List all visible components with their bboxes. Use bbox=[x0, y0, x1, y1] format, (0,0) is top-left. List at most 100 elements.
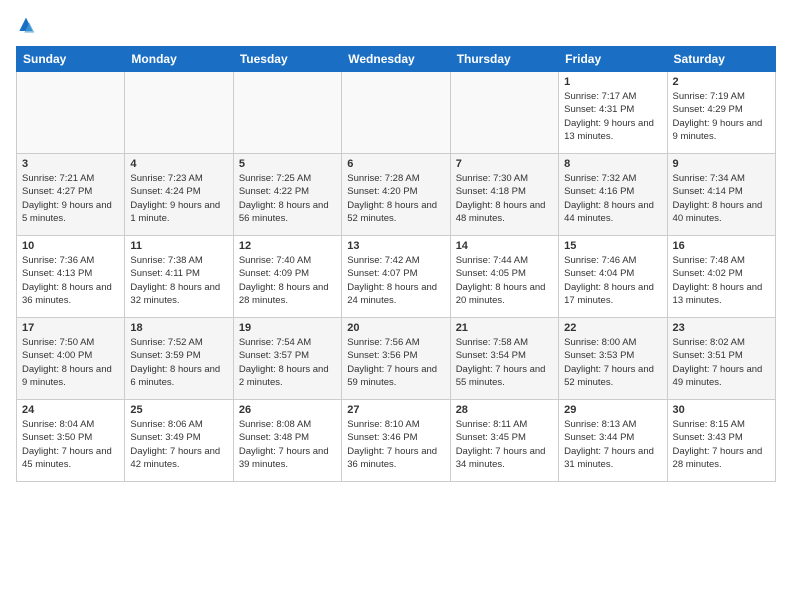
calendar-header-friday: Friday bbox=[559, 47, 667, 72]
header bbox=[16, 16, 776, 36]
calendar-header-thursday: Thursday bbox=[450, 47, 558, 72]
day-number: 13 bbox=[347, 240, 444, 252]
calendar-header-row: SundayMondayTuesdayWednesdayThursdayFrid… bbox=[17, 47, 776, 72]
day-info: Sunrise: 8:00 AM Sunset: 3:53 PM Dayligh… bbox=[564, 336, 661, 389]
day-number: 16 bbox=[673, 240, 770, 252]
day-number: 30 bbox=[673, 404, 770, 416]
calendar-cell: 12 Sunrise: 7:40 AM Sunset: 4:09 PM Dayli… bbox=[233, 236, 341, 318]
day-info: Sunrise: 7:23 AM Sunset: 4:24 PM Dayligh… bbox=[130, 172, 227, 225]
day-info: Sunrise: 7:42 AM Sunset: 4:07 PM Dayligh… bbox=[347, 254, 444, 307]
day-number: 26 bbox=[239, 404, 336, 416]
day-number: 18 bbox=[130, 322, 227, 334]
day-number: 5 bbox=[239, 158, 336, 170]
calendar-cell: 6 Sunrise: 7:28 AM Sunset: 4:20 PM Daylig… bbox=[342, 154, 450, 236]
day-number: 11 bbox=[130, 240, 227, 252]
calendar-cell: 16 Sunrise: 7:48 AM Sunset: 4:02 PM Dayli… bbox=[667, 236, 775, 318]
calendar-header-saturday: Saturday bbox=[667, 47, 775, 72]
day-info: Sunrise: 8:04 AM Sunset: 3:50 PM Dayligh… bbox=[22, 418, 119, 471]
day-info: Sunrise: 7:36 AM Sunset: 4:13 PM Dayligh… bbox=[22, 254, 119, 307]
day-info: Sunrise: 7:38 AM Sunset: 4:11 PM Dayligh… bbox=[130, 254, 227, 307]
day-info: Sunrise: 7:52 AM Sunset: 3:59 PM Dayligh… bbox=[130, 336, 227, 389]
calendar-cell: 21Sunrise: 7:58 AM Sunset: 3:54 PM Dayli… bbox=[450, 318, 558, 400]
day-number: 2 bbox=[673, 76, 770, 88]
day-number: 22 bbox=[564, 322, 661, 334]
calendar-cell: 10 Sunrise: 7:36 AM Sunset: 4:13 PM Dayli… bbox=[17, 236, 125, 318]
day-number: 8 bbox=[564, 158, 661, 170]
day-info: Sunrise: 8:13 AM Sunset: 3:44 PM Dayligh… bbox=[564, 418, 661, 471]
day-info: Sunrise: 7:28 AM Sunset: 4:20 PM Dayligh… bbox=[347, 172, 444, 225]
day-info: Sunrise: 7:44 AM Sunset: 4:05 PM Dayligh… bbox=[456, 254, 553, 307]
calendar-cell: 23 Sunrise: 8:02 AM Sunset: 3:51 PM Dayli… bbox=[667, 318, 775, 400]
calendar-cell: 9 Sunrise: 7:34 AM Sunset: 4:14 PM Daylig… bbox=[667, 154, 775, 236]
calendar-cell: 19Sunrise: 7:54 AM Sunset: 3:57 PM Dayli… bbox=[233, 318, 341, 400]
calendar-cell: 22 Sunrise: 8:00 AM Sunset: 3:53 PM Dayli… bbox=[559, 318, 667, 400]
day-number: 10 bbox=[22, 240, 119, 252]
calendar-header-monday: Monday bbox=[125, 47, 233, 72]
calendar-week-row: 10 Sunrise: 7:36 AM Sunset: 4:13 PM Dayli… bbox=[17, 236, 776, 318]
calendar-cell: 28Sunrise: 8:11 AM Sunset: 3:45 PM Dayli… bbox=[450, 400, 558, 482]
day-info: Sunrise: 7:19 AM Sunset: 4:29 PM Dayligh… bbox=[673, 90, 770, 143]
day-number: 27 bbox=[347, 404, 444, 416]
calendar-cell: 17 Sunrise: 7:50 AM Sunset: 4:00 PM Dayli… bbox=[17, 318, 125, 400]
calendar-cell bbox=[233, 72, 341, 154]
calendar-cell bbox=[342, 72, 450, 154]
day-number: 25 bbox=[130, 404, 227, 416]
calendar-week-row: 1 Sunrise: 7:17 AM Sunset: 4:31 PM Daylig… bbox=[17, 72, 776, 154]
day-number: 1 bbox=[564, 76, 661, 88]
logo bbox=[16, 16, 40, 36]
day-info: Sunrise: 8:10 AM Sunset: 3:46 PM Dayligh… bbox=[347, 418, 444, 471]
day-info: Sunrise: 7:34 AM Sunset: 4:14 PM Dayligh… bbox=[673, 172, 770, 225]
calendar-cell: 2 Sunrise: 7:19 AM Sunset: 4:29 PM Daylig… bbox=[667, 72, 775, 154]
day-info: Sunrise: 8:02 AM Sunset: 3:51 PM Dayligh… bbox=[673, 336, 770, 389]
calendar-header-wednesday: Wednesday bbox=[342, 47, 450, 72]
calendar-header-sunday: Sunday bbox=[17, 47, 125, 72]
day-number: 20 bbox=[347, 322, 444, 334]
day-number: 9 bbox=[673, 158, 770, 170]
day-info: Sunrise: 7:50 AM Sunset: 4:00 PM Dayligh… bbox=[22, 336, 119, 389]
calendar-cell: 11 Sunrise: 7:38 AM Sunset: 4:11 PM Dayli… bbox=[125, 236, 233, 318]
day-info: Sunrise: 7:58 AM Sunset: 3:54 PM Dayligh… bbox=[456, 336, 553, 389]
day-info: Sunrise: 7:17 AM Sunset: 4:31 PM Dayligh… bbox=[564, 90, 661, 143]
calendar-table: SundayMondayTuesdayWednesdayThursdayFrid… bbox=[16, 46, 776, 482]
day-number: 17 bbox=[22, 322, 119, 334]
calendar-cell: 14 Sunrise: 7:44 AM Sunset: 4:05 PM Dayli… bbox=[450, 236, 558, 318]
calendar-cell: 3 Sunrise: 7:21 AM Sunset: 4:27 PM Daylig… bbox=[17, 154, 125, 236]
calendar-cell: 30 Sunrise: 8:15 AM Sunset: 3:43 PM Dayli… bbox=[667, 400, 775, 482]
calendar-cell: 25 Sunrise: 8:06 AM Sunset: 3:49 PM Dayli… bbox=[125, 400, 233, 482]
day-info: Sunrise: 7:25 AM Sunset: 4:22 PM Dayligh… bbox=[239, 172, 336, 225]
day-info: Sunrise: 8:06 AM Sunset: 3:49 PM Dayligh… bbox=[130, 418, 227, 471]
calendar-cell: 29 Sunrise: 8:13 AM Sunset: 3:44 PM Dayli… bbox=[559, 400, 667, 482]
day-info: Sunrise: 7:48 AM Sunset: 4:02 PM Dayligh… bbox=[673, 254, 770, 307]
calendar-cell: 20Sunrise: 7:56 AM Sunset: 3:56 PM Dayli… bbox=[342, 318, 450, 400]
day-info: Sunrise: 7:40 AM Sunset: 4:09 PM Dayligh… bbox=[239, 254, 336, 307]
calendar-week-row: 3 Sunrise: 7:21 AM Sunset: 4:27 PM Daylig… bbox=[17, 154, 776, 236]
calendar-cell: 18 Sunrise: 7:52 AM Sunset: 3:59 PM Dayli… bbox=[125, 318, 233, 400]
day-info: Sunrise: 7:21 AM Sunset: 4:27 PM Dayligh… bbox=[22, 172, 119, 225]
day-number: 6 bbox=[347, 158, 444, 170]
day-number: 12 bbox=[239, 240, 336, 252]
day-info: Sunrise: 8:15 AM Sunset: 3:43 PM Dayligh… bbox=[673, 418, 770, 471]
calendar-cell bbox=[125, 72, 233, 154]
calendar-cell: 7Sunrise: 7:30 AM Sunset: 4:18 PM Daylig… bbox=[450, 154, 558, 236]
calendar-cell: 8 Sunrise: 7:32 AM Sunset: 4:16 PM Daylig… bbox=[559, 154, 667, 236]
calendar-cell bbox=[17, 72, 125, 154]
day-info: Sunrise: 8:08 AM Sunset: 3:48 PM Dayligh… bbox=[239, 418, 336, 471]
day-number: 4 bbox=[130, 158, 227, 170]
day-number: 24 bbox=[22, 404, 119, 416]
day-number: 14 bbox=[456, 240, 553, 252]
calendar-header-tuesday: Tuesday bbox=[233, 47, 341, 72]
day-number: 15 bbox=[564, 240, 661, 252]
calendar-cell: 5 Sunrise: 7:25 AM Sunset: 4:22 PM Daylig… bbox=[233, 154, 341, 236]
day-info: Sunrise: 7:46 AM Sunset: 4:04 PM Dayligh… bbox=[564, 254, 661, 307]
calendar-week-row: 17 Sunrise: 7:50 AM Sunset: 4:00 PM Dayli… bbox=[17, 318, 776, 400]
day-number: 23 bbox=[673, 322, 770, 334]
day-number: 19 bbox=[239, 322, 336, 334]
day-info: Sunrise: 7:32 AM Sunset: 4:16 PM Dayligh… bbox=[564, 172, 661, 225]
day-info: Sunrise: 7:30 AM Sunset: 4:18 PM Dayligh… bbox=[456, 172, 553, 225]
calendar-cell: 15 Sunrise: 7:46 AM Sunset: 4:04 PM Dayli… bbox=[559, 236, 667, 318]
day-number: 29 bbox=[564, 404, 661, 416]
calendar-week-row: 24 Sunrise: 8:04 AM Sunset: 3:50 PM Dayli… bbox=[17, 400, 776, 482]
calendar-cell: 27 Sunrise: 8:10 AM Sunset: 3:46 PM Dayli… bbox=[342, 400, 450, 482]
logo-icon bbox=[16, 16, 36, 36]
day-number: 3 bbox=[22, 158, 119, 170]
